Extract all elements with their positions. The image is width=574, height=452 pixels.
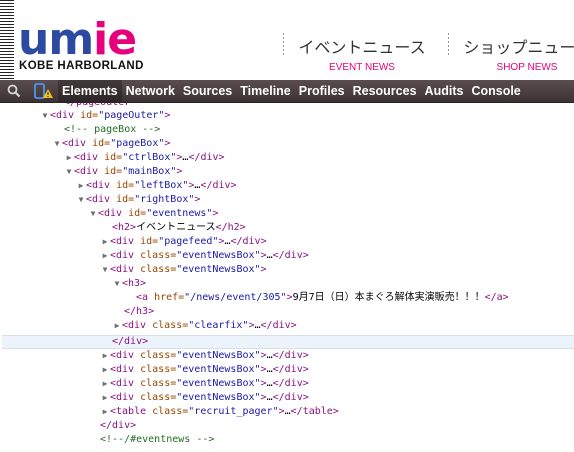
expand-triangle-icon[interactable]: ▶ [100, 349, 110, 363]
expand-triangle-icon[interactable]: ▶ [100, 363, 110, 377]
tree-row[interactable]: <!-- pageBox --> [0, 123, 574, 137]
tree-row[interactable]: <h2>イベントニュース</h2> [0, 221, 574, 235]
elements-tree: </pageOuter ▼<div id="pageOuter"> <!-- p… [0, 103, 574, 452]
tree-row[interactable]: ▶ <div class="eventNewsBox">…</div> [0, 377, 574, 391]
expand-triangle-icon[interactable]: ▶ [76, 179, 86, 193]
tree-row[interactable]: <!--/#eventnews --> [0, 433, 574, 447]
nav-separator [283, 33, 284, 57]
tab-resources[interactable]: Resources [349, 80, 421, 102]
nav-shop-news-jp: ショップニュース [463, 38, 574, 57]
tree-row[interactable]: ▶ <div id="pagefeed">…</div> [0, 235, 574, 249]
tree-row[interactable]: ▼ <div id="eventnews"> [0, 207, 574, 221]
tab-console[interactable]: Console [467, 80, 524, 102]
collapse-triangle-icon[interactable]: ▼ [40, 109, 50, 123]
expand-triangle-icon[interactable]: ▶ [100, 377, 110, 391]
expand-triangle-icon[interactable]: ▶ [112, 319, 122, 333]
tab-profiles[interactable]: Profiles [295, 80, 349, 102]
device-mode-icon[interactable] [32, 83, 54, 99]
logo-subtitle: KOBE HARBORLAND [19, 60, 144, 72]
site-logo[interactable]: umie [18, 18, 137, 62]
tree-row[interactable]: ▼ <div class="eventNewsBox"> [0, 263, 574, 277]
tree-row[interactable]: ▶ <div class="eventNewsBox">…</div> [0, 249, 574, 263]
site-header: umie KOBE HARBORLAND イベントニュース EVENT NEWS… [0, 0, 574, 80]
tree-row[interactable]: </h3> [0, 305, 574, 319]
nav-event-news-jp: イベントニュース [298, 38, 426, 57]
expand-triangle-icon[interactable]: ▶ [100, 235, 110, 249]
collapse-triangle-icon[interactable]: ▼ [112, 277, 122, 291]
expand-triangle-icon[interactable]: ▶ [64, 151, 74, 165]
tab-audits[interactable]: Audits [421, 80, 468, 102]
collapse-triangle-icon[interactable]: ▼ [100, 263, 110, 277]
tree-row[interactable]: ▼ <div id="pageBox"> [0, 137, 574, 151]
nav-shop-news[interactable]: ショップニュース SHOP NEWS [462, 34, 574, 73]
devtools-toolbar: Elements Network Sources Timeline Profil… [0, 80, 574, 103]
collapse-triangle-icon[interactable]: ▼ [88, 207, 98, 221]
tree-row[interactable]: ▶ <table class="recruit_pager">…</table> [0, 405, 574, 419]
nav-shop-news-en: SHOP NEWS [496, 62, 558, 73]
expand-triangle-icon[interactable]: ▶ [100, 391, 110, 405]
expand-triangle-icon[interactable]: ▶ [100, 405, 110, 419]
tree-row[interactable]: ▶ <div class="eventNewsBox">…</div> [0, 349, 574, 363]
tree-row[interactable]: ▼ <div id="mainBox"> [0, 165, 574, 179]
tree-row[interactable]: ▶ <div id="leftBox">…</div> [0, 179, 574, 193]
expand-triangle-icon[interactable]: ▶ [100, 249, 110, 263]
tab-timeline[interactable]: Timeline [236, 80, 294, 102]
tree-row[interactable]: <a href="/news/event/305">9月7日（日）本まぐろ解体実… [0, 291, 574, 305]
tree-row[interactable]: ▼ <h3> [0, 277, 574, 291]
logo-part-1: um [18, 14, 94, 65]
tree-row[interactable]: ▶ <div id="ctrlBox">…</div> [0, 151, 574, 165]
nav-separator [448, 33, 449, 57]
collapse-triangle-icon[interactable]: ▼ [64, 165, 74, 179]
tree-row[interactable]: </div> [0, 419, 574, 433]
collapse-triangle-icon[interactable]: ▼ [52, 137, 62, 151]
search-icon[interactable] [6, 83, 22, 99]
tree-row[interactable]: ▶ <div class="eventNewsBox">…</div> [0, 391, 574, 405]
nav-event-news[interactable]: イベントニュース EVENT NEWS [297, 34, 427, 73]
tab-elements[interactable]: Elements [58, 80, 122, 102]
vertical-ruler [0, 0, 14, 80]
tree-row[interactable]: ▼ <div id="pageOuter"> [0, 109, 574, 123]
collapse-triangle-icon[interactable]: ▼ [76, 193, 86, 207]
nav-event-news-en: EVENT NEWS [329, 62, 395, 73]
tree-row-selected[interactable]: </div> [2, 335, 574, 349]
tab-network[interactable]: Network [122, 80, 179, 102]
tree-row[interactable]: ▶ <div class="eventNewsBox">…</div> [0, 363, 574, 377]
tree-row[interactable]: ▼ <div id="rightBox"> [0, 193, 574, 207]
logo-part-2: ie [93, 14, 137, 65]
devtools-tabs: Elements Network Sources Timeline Profil… [58, 80, 525, 102]
tab-sources[interactable]: Sources [179, 80, 236, 102]
tree-row[interactable]: ▶ <div class="clearfix">…</div> [0, 319, 574, 333]
